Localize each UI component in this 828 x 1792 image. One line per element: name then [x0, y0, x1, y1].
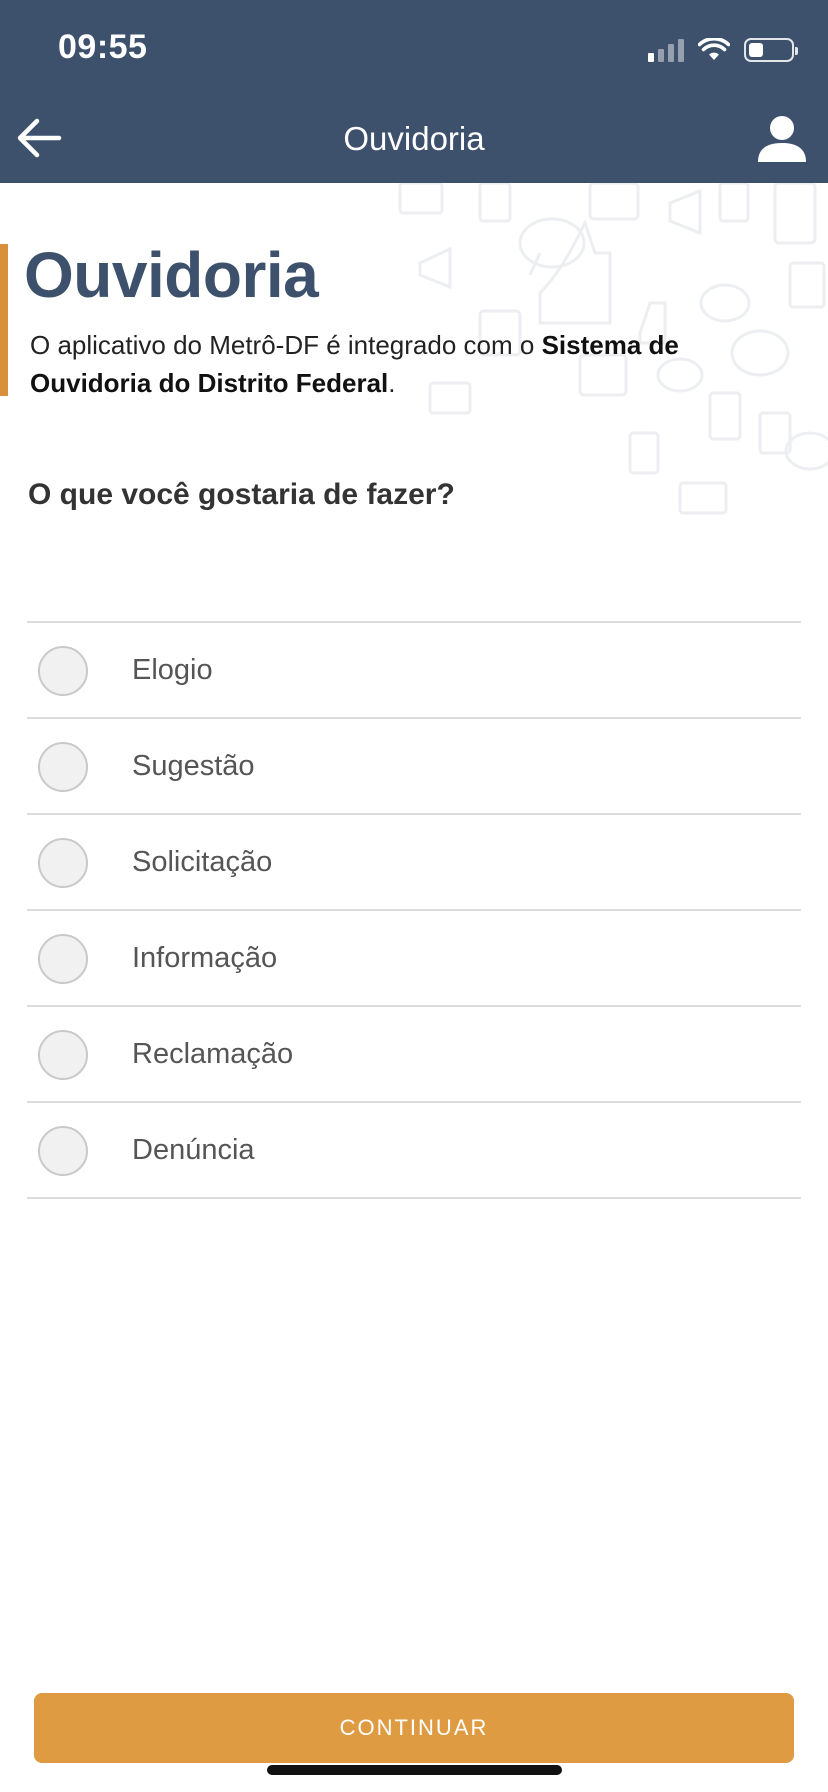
header-title: Ouvidoria — [343, 120, 485, 157]
options-list: Elogio Sugestão Solicitação Informação R… — [27, 621, 801, 1199]
option-label: Denúncia — [132, 1133, 255, 1166]
home-indicator — [267, 1765, 562, 1775]
option-elogio[interactable]: Elogio — [27, 623, 801, 719]
page-title: Ouvidoria — [24, 239, 319, 311]
app-header: 09:55 Ouvidoria — [0, 0, 828, 183]
user-icon — [758, 116, 806, 162]
radio-button[interactable] — [38, 646, 88, 696]
status-icons — [648, 36, 798, 64]
radio-button[interactable] — [38, 838, 88, 888]
option-label: Sugestão — [132, 749, 255, 782]
radio-button[interactable] — [38, 1030, 88, 1080]
continue-button[interactable]: CONTINUAR — [34, 1693, 794, 1763]
question-heading: O que você gostaria de fazer? — [28, 478, 455, 511]
option-label: Reclamação — [132, 1037, 294, 1070]
option-label: Elogio — [132, 653, 213, 686]
wifi-icon — [698, 38, 730, 60]
option-sugestao[interactable]: Sugestão — [27, 719, 801, 815]
intro-text-prefix: O aplicativo do Metrô-DF é integrado com… — [30, 330, 542, 360]
ouvidoria-screen: 09:55 Ouvidoria Ouvidoria O aplicativo d… — [0, 0, 828, 1792]
title-accent-bar — [0, 244, 8, 396]
option-label: Solicitação — [132, 845, 273, 878]
option-label: Informação — [132, 941, 278, 974]
profile-button[interactable] — [754, 112, 810, 168]
intro-text-suffix: . — [388, 368, 396, 398]
status-time: 09:55 — [58, 28, 148, 66]
radio-button[interactable] — [38, 742, 88, 792]
battery-icon — [744, 38, 798, 62]
radio-button[interactable] — [38, 1126, 88, 1176]
intro-text: O aplicativo do Metrô-DF é integrado com… — [30, 326, 730, 402]
option-reclamacao[interactable]: Reclamação — [27, 1007, 801, 1103]
cellular-signal-icon — [648, 38, 684, 62]
radio-button[interactable] — [38, 934, 88, 984]
option-denuncia[interactable]: Denúncia — [27, 1103, 801, 1199]
option-solicitacao[interactable]: Solicitação — [27, 815, 801, 911]
option-informacao[interactable]: Informação — [27, 911, 801, 1007]
